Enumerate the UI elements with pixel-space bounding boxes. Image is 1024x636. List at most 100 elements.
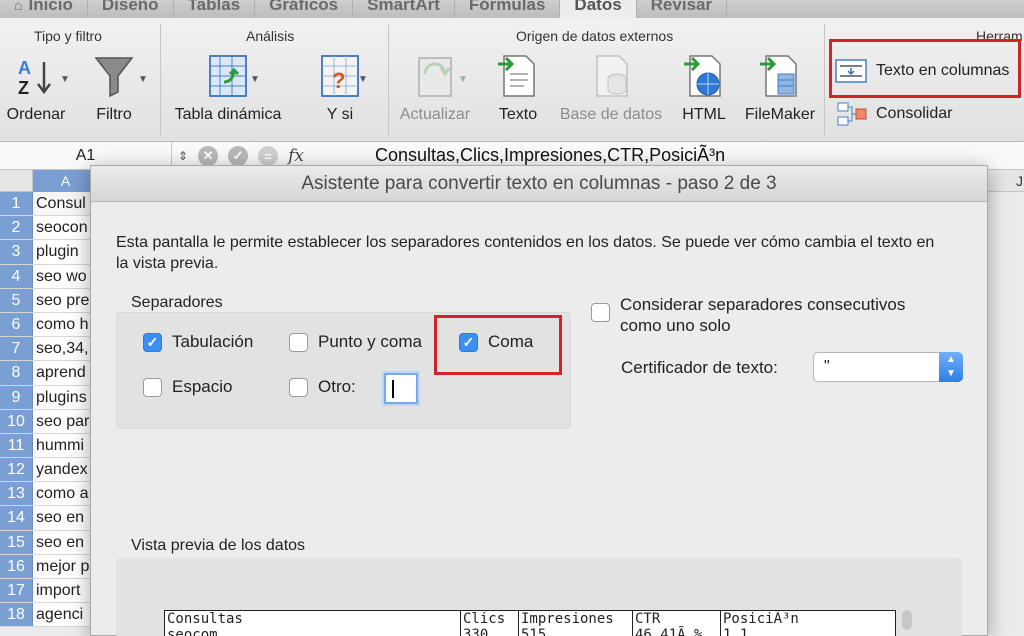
database-icon — [596, 55, 628, 97]
formula-input[interactable]: Consultas,Clics,Impresiones,CTR,PosiciÃ³… — [375, 145, 725, 166]
table-row: 12 yandex — [0, 458, 100, 483]
row-header[interactable]: 10 — [0, 409, 33, 433]
column-header-a[interactable]: A — [33, 170, 98, 192]
table-row: 7 seo,34, — [0, 337, 100, 362]
row-header[interactable]: 18 — [0, 603, 33, 627]
sheet-rows: 1 Consul 2 seocon 3 plugin 4 seo wo 5 seo pre… — [0, 192, 100, 628]
checkbox-icon — [289, 377, 308, 397]
consecutive-separators-checkbox[interactable]: Considerar separadores consecutivos como… — [591, 294, 951, 336]
table-row: 13 como a — [0, 482, 100, 507]
text-qualifier-select[interactable]: " ▲ ▼ — [813, 352, 963, 382]
consolidate-icon — [837, 102, 867, 126]
row-header[interactable]: 2 — [0, 216, 33, 240]
table-row: 8 aprend — [0, 361, 100, 386]
preview-column[interactable]: Consultas seocom — [165, 611, 461, 636]
row-header[interactable]: 13 — [0, 482, 33, 506]
filter-funnel-icon — [94, 57, 134, 98]
what-if-icon: ? — [321, 55, 359, 97]
svg-text:A: A — [18, 58, 31, 78]
row-header[interactable]: 9 — [0, 385, 33, 409]
row-header[interactable]: 15 — [0, 530, 33, 554]
svg-text:Z: Z — [18, 78, 29, 98]
base-de-datos-button[interactable]: Base de datos — [554, 52, 668, 124]
data-preview-box: Consultas seocom Clics 330 Impresiones 515 … — [116, 558, 962, 636]
text-file-icon — [498, 55, 535, 97]
row-header[interactable]: 16 — [0, 554, 33, 578]
row-header[interactable]: 1 — [0, 192, 33, 216]
column-header-j[interactable]: J — [1016, 170, 1023, 192]
highlight-box — [829, 39, 1021, 98]
equals-icon[interactable]: = — [258, 146, 279, 166]
checkbox-icon — [289, 332, 308, 352]
row-header[interactable]: 14 — [0, 506, 33, 530]
home-icon: ⌂ — [14, 0, 23, 13]
tab-formulas[interactable]: Fórmulas — [455, 0, 561, 18]
actualizar-button[interactable]: Actualizar — [394, 52, 476, 124]
tabulacion-checkbox[interactable]: ✓ Tabulación — [143, 332, 253, 352]
web-globe-icon — [684, 55, 721, 97]
row-header[interactable]: 7 — [0, 337, 33, 361]
ribbon-separator — [388, 24, 389, 136]
ribbon: Tipo y filtro Análisis Origen de datos e… — [0, 18, 1024, 142]
function-icon[interactable]: fx — [288, 146, 304, 166]
tab-inicio[interactable]: ⌂ Inicio — [0, 0, 88, 18]
preview-column[interactable]: CTR 46,41Ã % — [633, 611, 721, 636]
table-row: 1 Consul — [0, 192, 100, 217]
filemaker-button[interactable]: FileMaker — [740, 52, 820, 124]
cancel-icon[interactable]: ✕ — [198, 146, 219, 166]
stepper-icon[interactable]: ⇕ — [178, 149, 188, 163]
ordenar-button[interactable]: A Z Ordenar — [4, 52, 68, 124]
table-row: 2 seocon — [0, 216, 100, 241]
row-header[interactable]: 12 — [0, 458, 33, 482]
table-row: 16 mejor p — [0, 554, 100, 579]
tab-smartart[interactable]: SmartArt — [353, 0, 455, 18]
row-header[interactable]: 4 — [0, 264, 33, 288]
punto-y-coma-checkbox[interactable]: Punto y coma — [289, 332, 422, 352]
row-header[interactable]: 5 — [0, 288, 33, 312]
table-row: 5 seo pre — [0, 288, 100, 313]
table-row: 10 seo par — [0, 409, 100, 434]
table-row: 18 agenci — [0, 603, 100, 628]
row-header[interactable]: 6 — [0, 312, 33, 337]
tab-revisar[interactable]: Revisar — [637, 0, 728, 18]
highlight-box — [434, 315, 562, 375]
filtro-button[interactable]: Filtro — [84, 52, 144, 124]
table-row: 6 como h — [0, 312, 100, 338]
preview-scrollbar[interactable] — [902, 610, 912, 630]
otro-checkbox[interactable]: Otro: — [289, 377, 356, 397]
select-all-corner[interactable] — [0, 170, 33, 192]
otro-input[interactable] — [384, 373, 418, 404]
y-si-dropdown-icon[interactable]: ▼ — [358, 74, 368, 85]
tab-graficos[interactable]: Gráficos — [255, 0, 354, 18]
table-row: 4 seo wo — [0, 264, 100, 289]
row-header[interactable]: 3 — [0, 240, 33, 264]
preview-label: Vista previa de los datos — [131, 537, 306, 554]
tabla-dinamica-dropdown-icon[interactable]: ▼ — [250, 74, 260, 85]
y-si-button[interactable]: ? Y si — [300, 52, 380, 124]
tab-datos[interactable]: Datos — [560, 0, 637, 18]
actualizar-dropdown-icon[interactable]: ▼ — [458, 74, 468, 85]
svg-text:?: ? — [332, 68, 345, 93]
preview-column[interactable]: PosiciÃ³n 1,1 — [721, 611, 895, 636]
row-header[interactable]: 11 — [0, 433, 33, 458]
group-title-sort-filter: Tipo y filtro — [34, 28, 102, 44]
ribbon-separator — [160, 24, 161, 136]
filtro-dropdown-icon[interactable]: ▼ — [138, 74, 148, 85]
row-header[interactable]: 8 — [0, 361, 33, 385]
tab-diseno[interactable]: Diseño — [88, 0, 174, 18]
tab-tablas[interactable]: Tablas — [174, 0, 256, 18]
text-qualifier-label: Certificador de texto: — [621, 358, 778, 377]
text-cursor — [392, 380, 394, 398]
espacio-checkbox[interactable]: Espacio — [143, 377, 232, 397]
ordenar-dropdown-icon[interactable]: ▼ — [60, 74, 70, 85]
pivot-table-icon — [209, 55, 247, 97]
consolidar-button[interactable]: Consolidar — [834, 99, 952, 129]
texto-button[interactable]: Texto — [490, 52, 546, 124]
html-button[interactable]: HTML — [676, 52, 732, 124]
row-header[interactable]: 17 — [0, 579, 33, 603]
checkbox-icon — [143, 377, 162, 397]
preview-column[interactable]: Clics 330 — [461, 611, 519, 636]
tabla-dinamica-button[interactable]: Tabla dinámica — [168, 52, 288, 124]
preview-column[interactable]: Impresiones 515 — [519, 611, 633, 636]
confirm-icon[interactable]: ✓ — [228, 146, 249, 166]
